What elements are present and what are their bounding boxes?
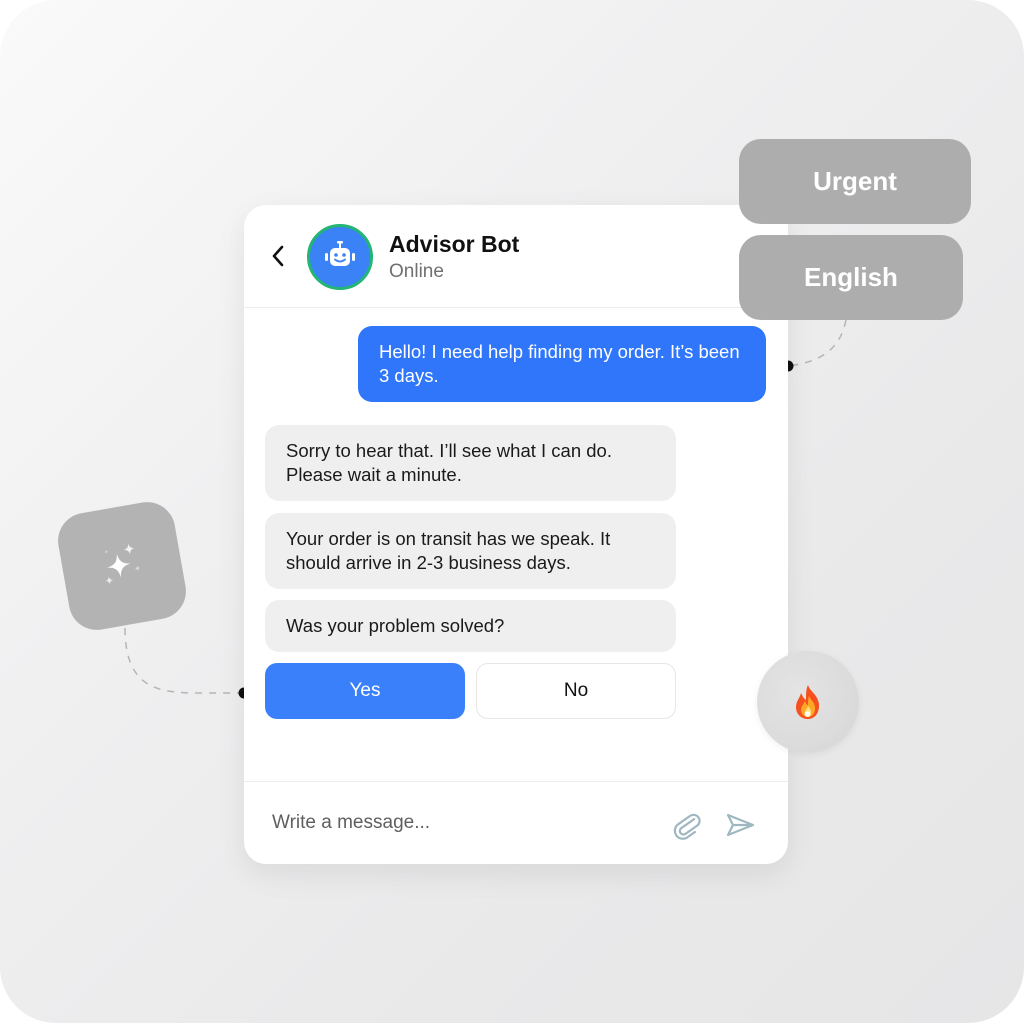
paperclip-icon	[673, 813, 701, 840]
no-button[interactable]: No	[476, 663, 676, 719]
robot-icon	[325, 241, 355, 266]
bot-message: Your order is on transit has we speak. I…	[265, 513, 676, 589]
bot-message: Sorry to hear that. I’ll see what I can …	[265, 425, 676, 501]
fire-icon	[796, 685, 819, 719]
send-icon	[726, 813, 755, 837]
connector-tags-to-message	[787, 319, 847, 367]
chat-header: Advisor Bot Online	[244, 205, 788, 308]
message-input[interactable]	[272, 812, 632, 834]
background-canvas: Advisor Bot Online Hello! I need help fi…	[0, 0, 1024, 1023]
bot-message: Was your problem solved?	[265, 600, 676, 652]
user-message: Hello! I need help finding my order. It’…	[358, 326, 766, 402]
back-button[interactable]	[266, 241, 290, 271]
fire-reaction	[757, 651, 859, 753]
chat-window: Advisor Bot Online Hello! I need help fi…	[244, 205, 788, 864]
bot-name: Advisor Bot	[389, 231, 520, 257]
connector-sparkle-to-buttons	[124, 627, 244, 694]
attach-button[interactable]	[672, 810, 702, 840]
sparkles-icon	[104, 543, 141, 585]
yes-button[interactable]: Yes	[265, 663, 465, 719]
tag-english[interactable]: English	[739, 235, 963, 320]
tag-urgent[interactable]: Urgent	[739, 139, 971, 224]
message-composer	[244, 781, 788, 864]
chevron-left-icon	[272, 245, 284, 267]
bot-status: Online	[389, 261, 444, 282]
ai-sparkle-tile	[53, 497, 191, 635]
bot-avatar	[307, 224, 373, 290]
send-button[interactable]	[724, 810, 756, 840]
